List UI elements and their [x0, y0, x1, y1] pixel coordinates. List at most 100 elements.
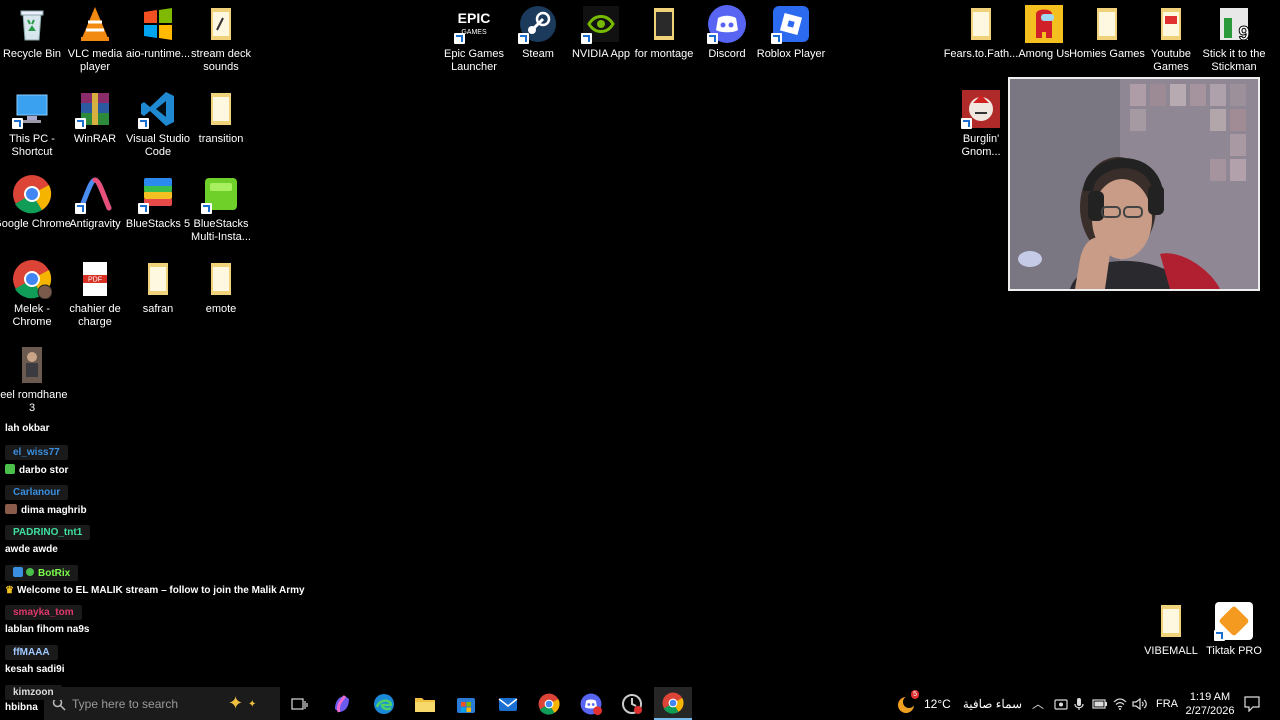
verified-icon [26, 568, 34, 576]
desktop-icon-for-montage[interactable]: for montage [632, 4, 696, 61]
desktop-icon-vlc[interactable]: VLC media player [63, 4, 127, 74]
desktop-icon-melek-chrome[interactable]: Melek - Chrome [0, 259, 64, 329]
desktop-icon-burglin-gnomes[interactable]: Burglin' Gnom... [949, 89, 1013, 159]
desktop-icon-vscode[interactable]: Visual Studio Code [126, 89, 190, 159]
bluestacks-multi-icon [201, 174, 241, 214]
desktop-icon-nvidia-app[interactable]: NVIDIA App [569, 4, 633, 61]
weather-widget[interactable]: 5 12°C سماء صافية [896, 687, 1022, 720]
desktop-icon-winrar[interactable]: WinRAR [63, 89, 127, 146]
weather-temp: 12°C [924, 696, 951, 711]
tray-icon-camera[interactable] [1054, 687, 1068, 720]
desktop-icon-bluestacks-5[interactable]: BlueStacks 5 [126, 174, 190, 231]
tray-icon-volume[interactable] [1132, 687, 1148, 720]
chat-message: PADRINO_tnt1 awde awde [5, 525, 91, 555]
chat-message: ffMAAA kesah sadi9i [5, 645, 64, 675]
notification-center-button[interactable] [1244, 687, 1260, 720]
taskbar-app-chrome[interactable] [536, 691, 562, 717]
camera-icon [1054, 698, 1068, 710]
taskbar-app-discord[interactable] [578, 691, 604, 717]
tray-icon-wifi[interactable] [1113, 687, 1127, 720]
sparkle-small-icon: ✦ [248, 699, 257, 710]
desktop-icon-fears-to-fathom[interactable]: Fears.to.Fath... [944, 4, 1018, 61]
chat-message: BotRix ♛ Welcome to EL MALIK stream – fol… [5, 565, 305, 596]
chat-text: lah okbar [5, 423, 50, 434]
desktop-icon-stick-it-to-the-stickman[interactable]: 9 Stick it to the Stickman [1202, 4, 1266, 74]
desktop-icon-youtube-games[interactable]: Youtube Games [1139, 4, 1203, 74]
desktop-icon-chahier-de-charge[interactable]: PDF chahier de charge [63, 259, 127, 329]
desktop-icon-discord[interactable]: Discord [695, 4, 759, 61]
clock[interactable]: 1:19 AM 2/27/2026 [1185, 687, 1235, 720]
shortcut-arrow-icon [454, 33, 465, 44]
shortcut-arrow-icon [201, 203, 212, 214]
taskbar-app-copilot[interactable] [329, 691, 355, 717]
desktop-icon-aio-runtime[interactable]: aio-runtime... [126, 4, 190, 61]
desktop-icon-stream-deck-sounds[interactable]: stream deck sounds [189, 4, 253, 74]
desktop-icon-transition[interactable]: transition [189, 89, 253, 146]
chat-text-content: dima maghrib [21, 505, 87, 516]
desktop-icon-label: reel romdhane 3 [0, 389, 68, 414]
chat-username[interactable]: PADRINO_tnt1 [5, 525, 91, 540]
desktop-icon-homies-games[interactable]: Homies Games [1069, 4, 1145, 61]
chat-username[interactable]: ffMAAA [5, 645, 58, 660]
desktop-icon-label: Stick it to the Stickman [1202, 48, 1266, 73]
webcam-feed-image [1010, 79, 1258, 289]
desktop-icon-safran[interactable]: safran [126, 259, 190, 316]
shortcut-arrow-icon [138, 118, 149, 129]
chrome-icon [538, 693, 560, 715]
chat-text: dima maghrib [5, 504, 87, 516]
clock-date: 2/27/2026 [1185, 704, 1235, 717]
bot-badge-icon [13, 567, 23, 577]
task-view-button[interactable] [287, 691, 313, 717]
chat-username[interactable]: el_wiss77 [5, 445, 68, 460]
taskbar-app-store[interactable] [453, 691, 479, 717]
tray-icon-battery[interactable] [1092, 687, 1108, 720]
chat-message: el_wiss77 darbo stor [5, 445, 68, 476]
chat-username[interactable]: kimzoon [5, 685, 62, 700]
chat-text: ♛ Welcome to EL MALIK stream – follow to … [5, 585, 305, 596]
taskbar-app-edge[interactable] [371, 691, 397, 717]
pc-icon [12, 89, 52, 129]
clock-time: 1:19 AM [1189, 690, 1231, 703]
svg-text:EPIC: EPIC [458, 10, 491, 26]
desktop-icon-bluestacks-multi[interactable]: BlueStacks Multi-Insta... [189, 174, 253, 244]
show-hidden-icons-button[interactable]: ︿ [1032, 687, 1044, 720]
wifi-icon [1113, 697, 1127, 710]
antigravity-icon [75, 174, 115, 214]
chat-username[interactable]: BotRix [5, 565, 79, 581]
weather-badge: 5 [911, 689, 919, 699]
desktop-icon-antigravity[interactable]: Antigravity [63, 174, 127, 231]
nvidia-icon [581, 4, 621, 44]
desktop-icon-google-chrome[interactable]: Google Chrome [0, 174, 71, 231]
desktop-icon-recycle-bin[interactable]: Recycle Bin [0, 4, 64, 61]
taskbar-app-mail[interactable] [495, 691, 521, 717]
shortcut-arrow-icon [12, 118, 23, 129]
webcam-overlay [1008, 77, 1260, 291]
bluestacks-icon [138, 174, 178, 214]
desktop-icon-label: Roblox Player [756, 48, 826, 60]
desktop-icon-epic-games[interactable]: EPIC GAMES Epic Games Launcher [442, 4, 506, 74]
chat-username[interactable]: smayka_tom [5, 605, 82, 620]
desktop-icon-among-us[interactable]: Among Us [1012, 4, 1076, 61]
desktop-icon-vibemall[interactable]: VIBEMALL [1139, 601, 1203, 658]
taskbar-app-recorder[interactable] [619, 691, 645, 717]
desktop-icon-reel-romdhane[interactable]: reel romdhane 3 [0, 345, 67, 415]
desktop-icon-steam[interactable]: Steam [506, 4, 570, 61]
taskbar-app-chrome-active[interactable] [654, 687, 692, 720]
chevron-up-icon: ︿ [1032, 697, 1045, 711]
battery-icon [1092, 698, 1107, 709]
chat-username[interactable]: Carlanour [5, 485, 69, 500]
taskbar-app-file-explorer[interactable] [412, 691, 438, 717]
search-box[interactable]: Type here to search ✦ ✦ [44, 687, 280, 720]
stickman-icon: 9 [1214, 4, 1254, 44]
desktop-icon-roblox[interactable]: Roblox Player [757, 4, 825, 61]
roblox-icon [771, 4, 811, 44]
chat-text-content: Welcome to EL MALIK stream – follow to j… [16, 585, 305, 596]
tray-icon-microphone[interactable] [1074, 687, 1084, 720]
weather-text: سماء صافية [962, 696, 1023, 711]
shortcut-arrow-icon [771, 33, 782, 44]
desktop-icon-emote[interactable]: emote [189, 259, 253, 316]
desktop-icon-this-pc[interactable]: This PC - Shortcut [0, 89, 64, 159]
language-indicator[interactable]: FRA [1156, 687, 1178, 720]
desktop-icon-tiktak-pro[interactable]: Tiktak PRO [1202, 601, 1266, 658]
chat-text: lablan fihom na9s [5, 624, 90, 635]
